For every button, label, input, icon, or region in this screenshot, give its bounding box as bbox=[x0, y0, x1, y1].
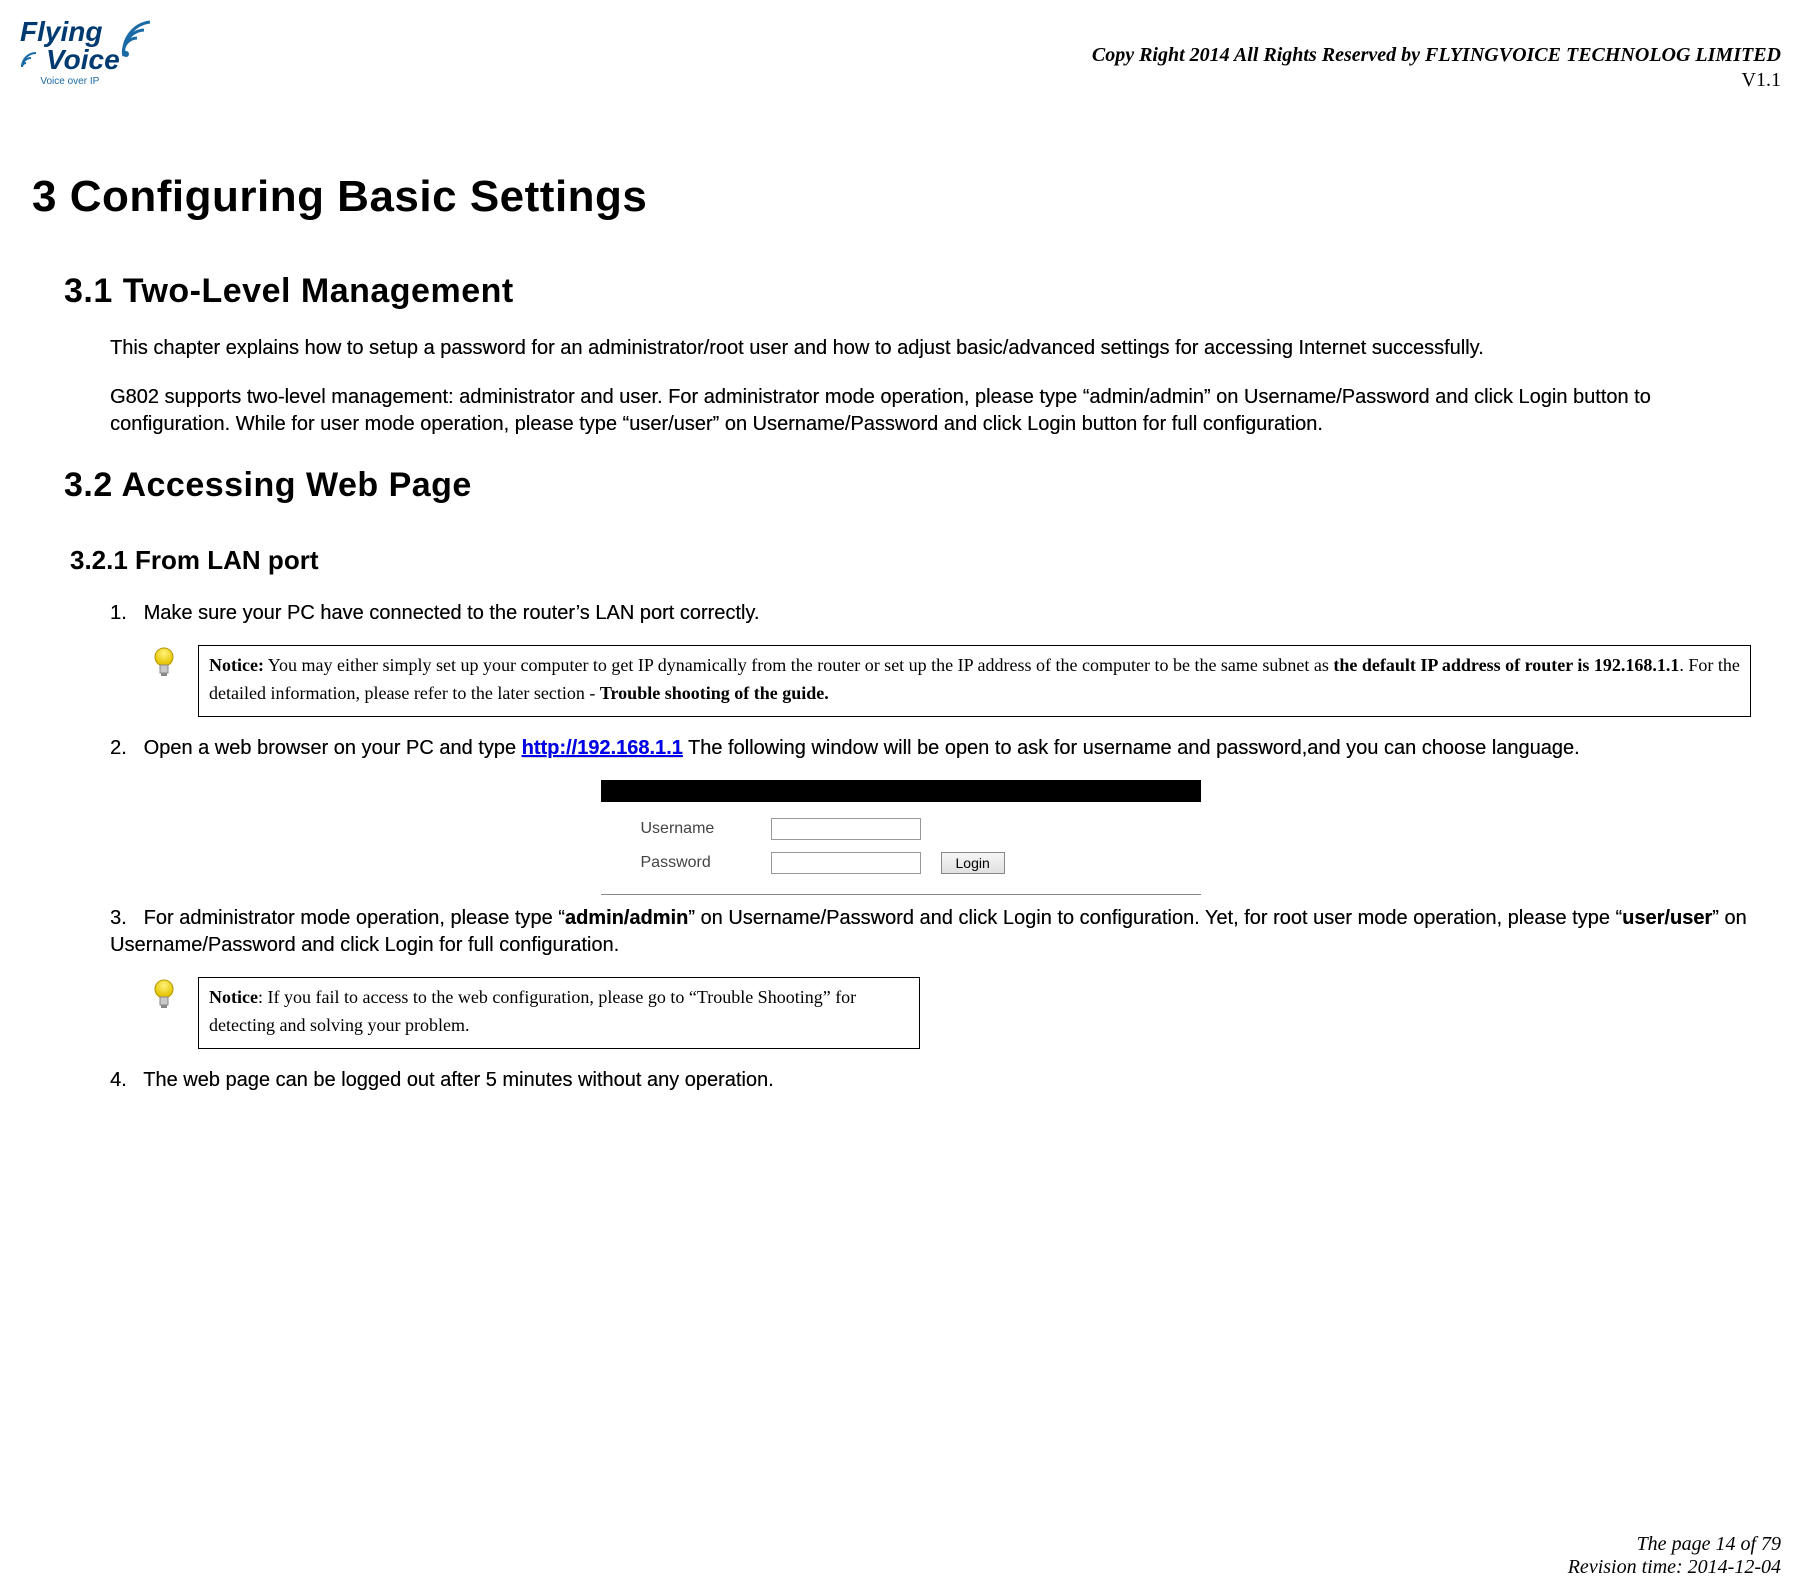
para-3-1-body: G802 supports two-level management: admi… bbox=[110, 384, 1751, 438]
header-right: Copy Right 2014 All Rights Reserved by F… bbox=[1092, 44, 1781, 92]
step-2-text-b: The following window will be open to ask… bbox=[688, 737, 1580, 759]
step-4-number: 4. bbox=[110, 1067, 138, 1094]
login-password-label: Password bbox=[641, 854, 751, 872]
heading-3-2-1: 3.2.1 From LAN port bbox=[70, 545, 1781, 576]
heading-chapter: 3 Configuring Basic Settings bbox=[32, 172, 1781, 222]
step-4: 4. The web page can be logged out after … bbox=[110, 1067, 1751, 1094]
notice-1-bold2: Trouble shooting of the guide bbox=[600, 683, 824, 703]
step-2: 2. Open a web browser on your PC and typ… bbox=[110, 735, 1751, 762]
step-4-text: The web page can be logged out after 5 m… bbox=[143, 1069, 773, 1091]
login-figure-row-password: Password Login bbox=[641, 846, 1181, 880]
notice-1-label: Notice: bbox=[209, 655, 264, 675]
step-2-text-a: Open a web browser on your PC and type bbox=[144, 737, 522, 759]
footer-page-number: The page 14 of 79 bbox=[1568, 1533, 1781, 1556]
step-1-number: 1. bbox=[110, 600, 138, 627]
logo-line2: Voice bbox=[46, 46, 120, 74]
logo-tagline: Voice over IP bbox=[20, 76, 120, 87]
page-header: Flying Voice Voice over IP Cop bbox=[20, 18, 1781, 92]
step-3: 3. For administrator mode operation, ple… bbox=[110, 905, 1751, 959]
login-figure-titlebar bbox=[601, 780, 1201, 802]
login-username-label: Username bbox=[641, 820, 751, 838]
notice-2-box: Notice: If you fail to access to the web… bbox=[198, 977, 920, 1049]
page-footer: The page 14 of 79 Revision time: 2014-12… bbox=[1568, 1533, 1781, 1579]
step-3-bold1: admin/admin bbox=[565, 907, 688, 929]
page: Flying Voice Voice over IP Cop bbox=[0, 0, 1811, 1589]
logo: Flying Voice Voice over IP bbox=[20, 18, 154, 87]
login-username-input[interactable] bbox=[771, 818, 921, 840]
notice-1-box: Notice: You may either simply set up you… bbox=[198, 645, 1751, 717]
notice-2-row: Notice: If you fail to access to the web… bbox=[150, 977, 1751, 1049]
login-figure: Username Password Login bbox=[601, 780, 1201, 895]
lightbulb-icon bbox=[150, 645, 178, 681]
notice-2-label: Notice bbox=[209, 987, 258, 1007]
copyright-text: Copy Right 2014 All Rights Reserved by F… bbox=[1092, 44, 1781, 67]
wifi-icon bbox=[20, 51, 44, 69]
login-figure-row-username: Username bbox=[641, 812, 1181, 846]
logo-line1: Flying bbox=[20, 18, 120, 46]
wifi-icon-large bbox=[120, 16, 154, 60]
router-url-link[interactable]: http://192.168.1.1 bbox=[522, 737, 683, 759]
login-figure-body: Username Password Login bbox=[601, 802, 1201, 895]
notice-1-period: . bbox=[824, 683, 829, 703]
logo-row2: Voice bbox=[20, 46, 120, 74]
login-button[interactable]: Login bbox=[941, 852, 1005, 874]
step-1-text: Make sure your PC have connected to the … bbox=[144, 602, 760, 624]
lightbulb-icon bbox=[150, 977, 178, 1013]
step-3-bold2: user/user bbox=[1622, 907, 1712, 929]
heading-3-1: 3.1 Two-Level Management bbox=[64, 272, 1781, 311]
heading-3-2: 3.2 Accessing Web Page bbox=[64, 466, 1781, 505]
notice-2-text: : If you fail to access to the web confi… bbox=[209, 987, 856, 1035]
notice-1-bold: the default IP address of router is 192.… bbox=[1333, 655, 1679, 675]
version-text: V1.1 bbox=[1092, 69, 1781, 92]
logo-text-block: Flying Voice Voice over IP bbox=[20, 18, 120, 87]
step-1: 1. Make sure your PC have connected to t… bbox=[110, 600, 1751, 627]
step-2-number: 2. bbox=[110, 735, 138, 762]
step-3-text-a: For administrator mode operation, please… bbox=[144, 907, 565, 929]
notice-1-text-a: You may either simply set up your comput… bbox=[264, 655, 1333, 675]
notice-1-row: Notice: You may either simply set up you… bbox=[150, 645, 1751, 717]
login-password-input[interactable] bbox=[771, 852, 921, 874]
para-3-1-intro: This chapter explains how to setup a pas… bbox=[110, 335, 1751, 362]
footer-revision: Revision time: 2014-12-04 bbox=[1568, 1556, 1781, 1579]
step-3-number: 3. bbox=[110, 905, 138, 932]
step-3-text-b: ” on Username/Password and click Login t… bbox=[688, 907, 1622, 929]
